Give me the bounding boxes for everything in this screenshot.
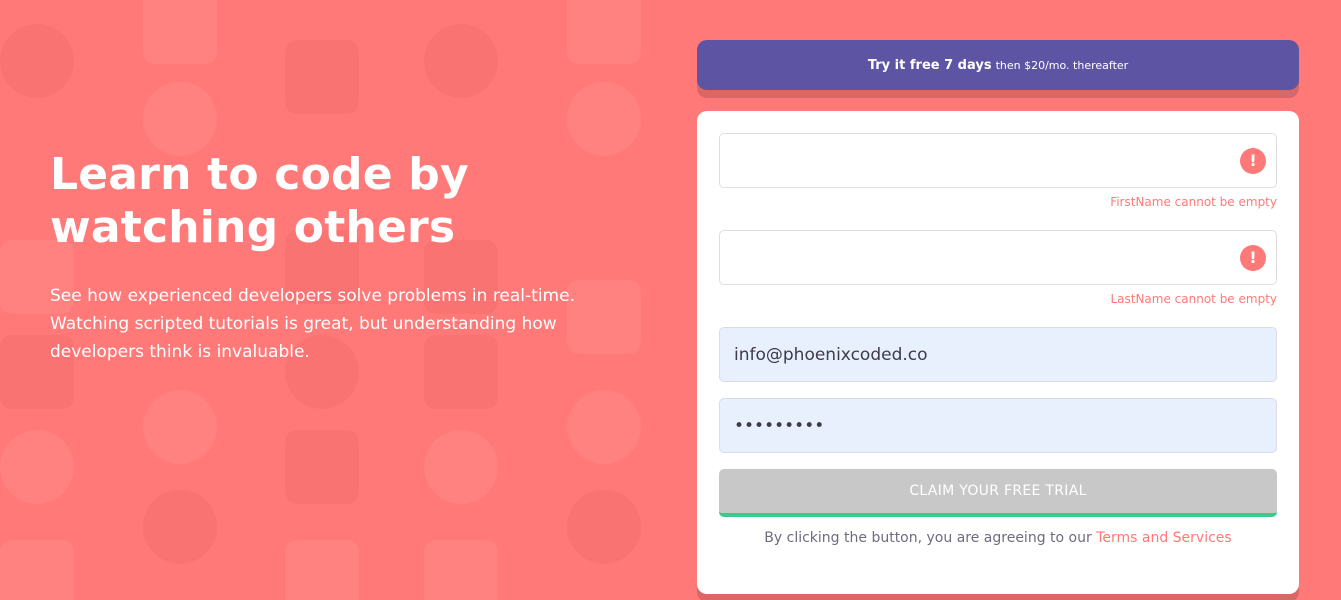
- first-name-field: !: [719, 133, 1277, 188]
- gear-cart-icon: [567, 390, 641, 464]
- house-icon: [567, 0, 641, 64]
- error-icon: !: [1240, 148, 1266, 174]
- claim-trial-button[interactable]: CLAIM YOUR FREE TRIAL: [719, 469, 1277, 517]
- terms-note: By clicking the button, you are agreeing…: [697, 530, 1299, 546]
- trial-banner-bold: Try it free 7 days: [867, 57, 992, 73]
- headset-icon: [0, 24, 74, 98]
- house-icon: [143, 0, 217, 64]
- trial-banner-price: then $20/mo. thereafter: [995, 58, 1129, 72]
- password-field: [719, 398, 1277, 453]
- email-input[interactable]: [720, 328, 1276, 381]
- last-name-error: LastName cannot be empty: [1110, 292, 1277, 306]
- terms-prefix: By clicking the button, you are agreeing…: [764, 530, 1097, 546]
- calendar-icon: [424, 540, 498, 600]
- gear-cart-icon: [143, 390, 217, 464]
- hero-subtext: See how experienced developers solve pro…: [50, 286, 575, 362]
- terms-link[interactable]: Terms and Services: [1096, 530, 1232, 546]
- error-icon: !: [1240, 245, 1266, 271]
- trial-banner: Try it free 7 days then $20/mo. thereaft…: [697, 40, 1299, 90]
- email-field: [719, 327, 1277, 382]
- hero-section: Learn to code by watching others See how…: [50, 148, 650, 366]
- lifebuoy-icon: [143, 490, 217, 564]
- headset-icon: [424, 24, 498, 98]
- toolbox-icon: [285, 40, 359, 114]
- lifebuoy-icon: [567, 490, 641, 564]
- first-name-input[interactable]: [720, 134, 1276, 187]
- browser-window-icon: [285, 540, 359, 600]
- key-icon: [285, 430, 359, 504]
- last-name-input[interactable]: [720, 231, 1276, 284]
- globe-icon: [0, 430, 74, 504]
- first-name-error: FirstName cannot be empty: [1110, 195, 1277, 209]
- password-input[interactable]: [720, 399, 1276, 452]
- network-icon: [143, 82, 217, 156]
- network-icon: [567, 82, 641, 156]
- signup-form: ! FirstName cannot be empty ! LastName c…: [697, 111, 1299, 594]
- hero-headline: Learn to code by watching others: [50, 149, 469, 253]
- calendar-icon: [0, 540, 74, 600]
- globe-icon: [424, 430, 498, 504]
- last-name-field: !: [719, 230, 1277, 285]
